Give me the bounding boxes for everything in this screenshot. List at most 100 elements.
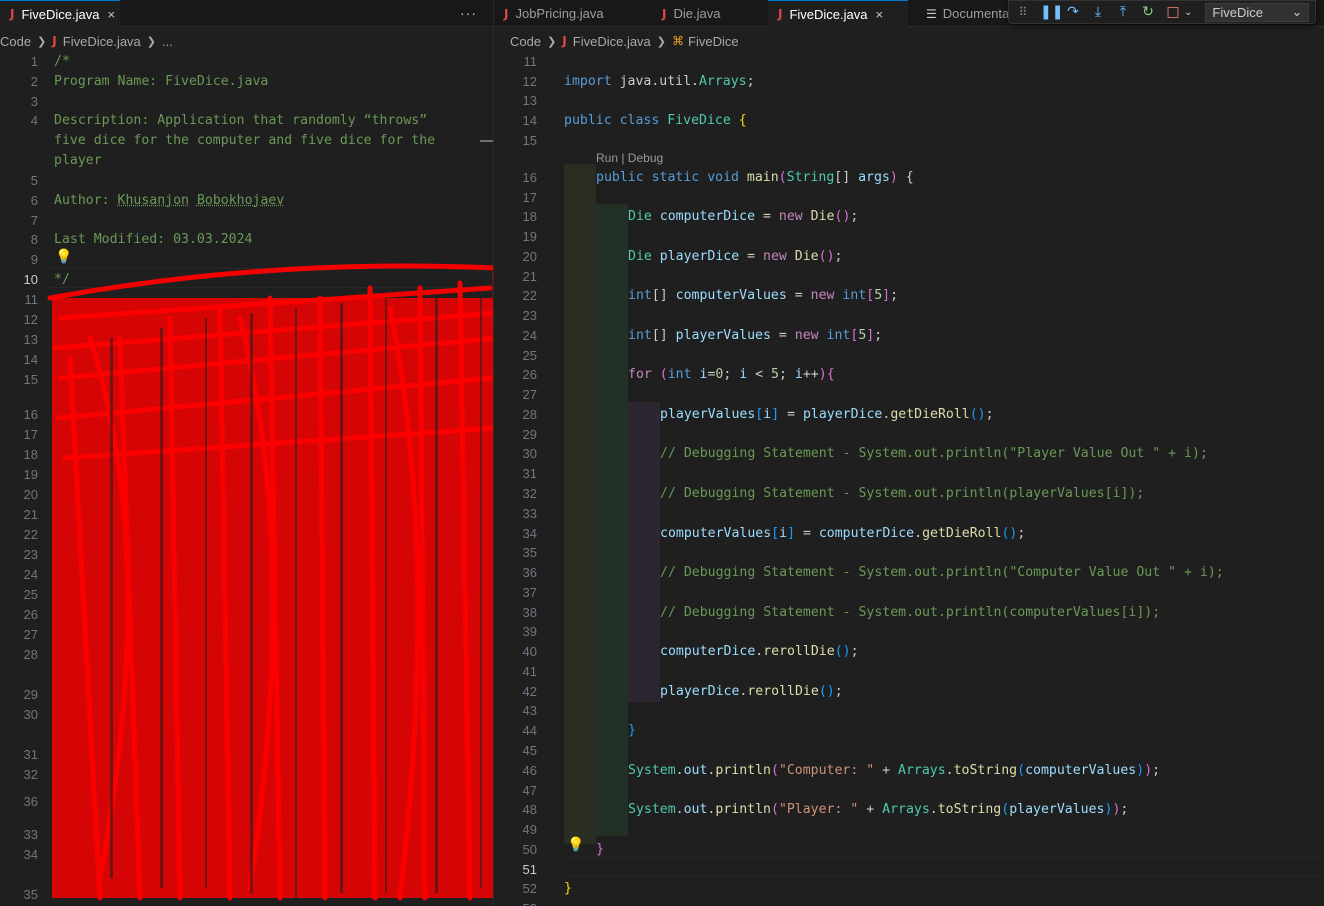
lightbulb-icon[interactable]: 💡 [55,248,72,265]
tab-fivedice-left[interactable]: J FiveDice.java × [0,0,120,27]
code-line[interactable]: 19 [494,227,1324,247]
code-line[interactable]: 27 [0,625,493,645]
code-line[interactable]: player [0,151,493,171]
code-line[interactable]: 47 [494,781,1324,801]
code-line[interactable]: 36 // Debugging Statement - System.out.pr… [494,563,1324,583]
breadcrumb-root[interactable]: Code [0,34,31,49]
code-line[interactable]: 35 [0,885,493,905]
code-line[interactable]: 14 public class FiveDice { [494,111,1324,131]
code-line[interactable]: 5 [0,171,493,191]
code-line[interactable]: 21 [494,267,1324,287]
code-line[interactable]: 25 [0,585,493,605]
code-line[interactable]: 26 for (int i=0; i < 5; i++){ [494,365,1324,385]
code-line[interactable]: 20 Die playerDice = new Die(); [494,247,1324,267]
run-debug-codelens[interactable]: Run | Debug [596,151,663,165]
breadcrumb-file[interactable]: FiveDice.java [63,34,141,49]
drag-grip-icon[interactable]: ⠿ [1015,5,1031,19]
code-line[interactable]: 12 import java.util.Arrays; [494,72,1324,92]
code-line[interactable]: 48 System.out.println("Player: " + Arrays… [494,800,1324,820]
code-line[interactable]: 15 [0,370,493,390]
step-into-icon[interactable]: ⤓ [1090,4,1106,20]
code-line[interactable]: 41 [494,662,1324,682]
chevron-down-icon[interactable]: ⌄ [1184,7,1192,18]
right-code-editor[interactable]: 11 12 import java.util.Arrays; 13 14 public c… [494,52,1324,906]
close-icon[interactable]: × [108,7,116,22]
code-line[interactable]: 1 /* [0,52,493,72]
code-line[interactable]: 35 [494,543,1324,563]
code-line[interactable]: 10 */ [0,270,493,290]
code-line[interactable]: 42 playerDice.rerollDie(); [494,682,1324,702]
code-line[interactable]: 3 [0,92,493,112]
code-line[interactable]: 43 [494,701,1324,721]
tab-die[interactable]: J Die.java [652,0,772,27]
code-line[interactable]: 33 [0,825,493,845]
code-line[interactable]: 16 public static void main(String[] args)… [494,168,1324,188]
code-line[interactable]: 17 [0,425,493,445]
code-line[interactable]: 6 Author: Khusanjon Bobokhojaev [0,191,493,211]
code-line[interactable]: 8 Last Modified: 03.03.2024 [0,230,493,250]
tab-fivedice-right[interactable]: J FiveDice.java × [768,0,908,27]
code-line[interactable]: 20 [0,485,493,505]
code-line[interactable]: 27 [494,385,1324,405]
code-line[interactable]: 19 [0,465,493,485]
code-line[interactable]: 51 [494,860,1324,880]
code-line[interactable]: 26 [0,605,493,625]
code-line[interactable]: 46 System.out.println("Computer: " + Arra… [494,761,1324,781]
breadcrumb-symbol[interactable]: FiveDice [688,34,739,49]
code-line[interactable]: 13 [0,330,493,350]
breadcrumb-root[interactable]: Code [510,34,541,49]
code-line[interactable]: 24 [0,565,493,585]
code-line[interactable]: 34 [0,845,493,865]
code-line[interactable]: 28 playerValues[i] = playerDice.getDieRol… [494,405,1324,425]
code-line[interactable]: 21 [0,505,493,525]
code-line[interactable]: 9 [0,250,493,270]
code-line[interactable]: 50} [494,840,1324,860]
code-line[interactable]: 38 // Debugging Statement - System.out.pr… [494,603,1324,623]
code-line[interactable]: 31 [494,464,1324,484]
more-actions-icon[interactable]: ··· [460,5,477,21]
lightbulb-icon[interactable]: 💡 [567,836,584,853]
code-line[interactable]: 12 [0,310,493,330]
code-line[interactable]: 22 [0,525,493,545]
code-line[interactable]: 23 [0,545,493,565]
code-line[interactable]: 22 int[] computerValues = new int[5]; [494,286,1324,306]
launch-config-select[interactable]: FiveDice ⌄ [1205,2,1310,22]
step-over-icon[interactable]: ↷ [1065,4,1081,20]
code-line[interactable]: 7 [0,211,493,231]
breadcrumb-tail[interactable]: ... [162,34,173,49]
pause-icon[interactable]: ❚❚ [1040,4,1063,20]
left-code-editor[interactable]: 1/* 2 Program Name: FiveDice.java 3 4 Descrip… [0,52,493,906]
code-line[interactable]: 33 [494,504,1324,524]
code-line[interactable]: 52} [494,879,1324,899]
code-line[interactable]: 37 [494,583,1324,603]
code-line[interactable]: 15 [494,131,1324,151]
code-line[interactable]: 49 [494,820,1324,840]
code-line[interactable]: 30 [0,705,493,725]
code-line[interactable]: 2 Program Name: FiveDice.java [0,72,493,92]
code-line[interactable]: 23 [494,306,1324,326]
code-line[interactable]: 29 [0,685,493,705]
code-line[interactable]: 24 int[] playerValues = new int[5]; [494,326,1324,346]
code-line[interactable]: 13 [494,91,1324,111]
code-line[interactable]: 11 [0,290,493,310]
code-line[interactable]: 30 // Debugging Statement - System.out.pr… [494,444,1324,464]
restart-icon[interactable]: ↻ [1140,4,1156,20]
code-line[interactable]: 36 [0,792,493,812]
code-line[interactable]: 53 [494,899,1324,906]
code-line[interactable]: 18 Die computerDice = new Die(); [494,207,1324,227]
code-line[interactable]: 45 [494,741,1324,761]
breadcrumb-file[interactable]: FiveDice.java [573,34,651,49]
code-line[interactable]: 40 computerDice.rerollDie(); [494,642,1324,662]
code-line[interactable]: 31 [0,745,493,765]
close-icon[interactable]: × [876,7,884,22]
tab-jobpricing[interactable]: J JobPricing.java [494,0,642,27]
code-line[interactable]: 4 Description: Application that randomly … [0,111,493,131]
code-line[interactable]: 16 [0,405,493,425]
code-line[interactable]: 25 [494,346,1324,366]
code-line[interactable]: 17 [494,188,1324,208]
code-line[interactable]: 18 [0,445,493,465]
step-out-icon[interactable]: ⤒ [1115,4,1131,20]
code-line[interactable]: 34 computerValues[i] = computerDice.getDi… [494,524,1324,544]
stop-icon[interactable]: □ [1165,4,1181,20]
code-line[interactable]: 32 [0,765,493,785]
